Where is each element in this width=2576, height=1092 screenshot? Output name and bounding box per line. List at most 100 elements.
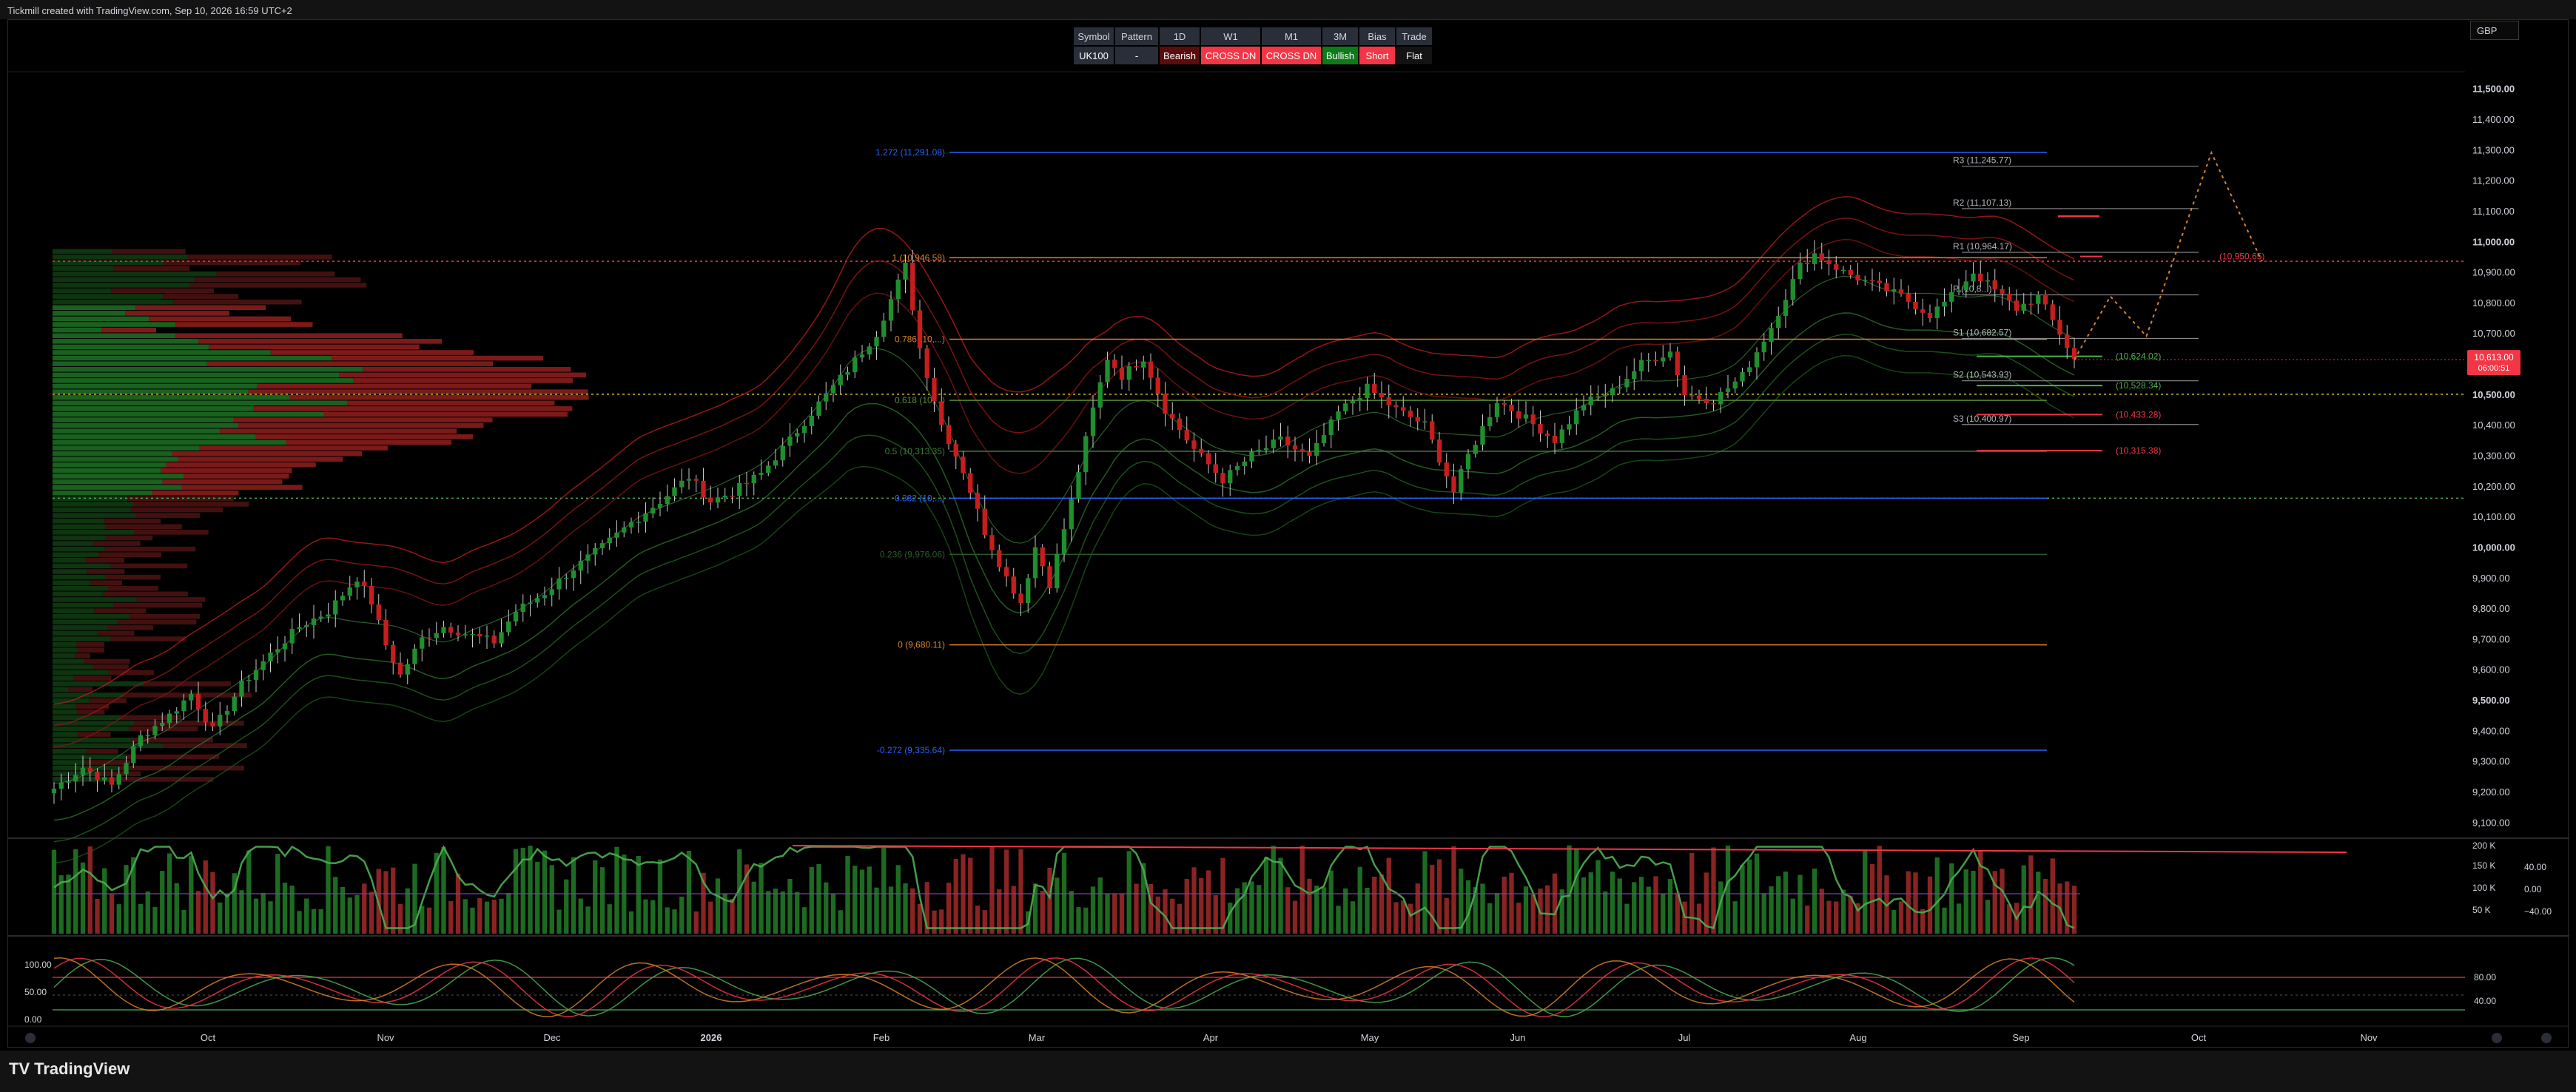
volume-bar [1848, 896, 1853, 934]
volume-bar [297, 911, 302, 934]
price-axis-label: 9,900.00 [2472, 573, 2510, 584]
target-level-label: (10,950.65) [2219, 252, 2264, 262]
volume-bar [253, 898, 259, 934]
candle-body [1292, 445, 1298, 450]
candle-body [1863, 280, 1868, 281]
time-axis-label: Jun [1510, 1032, 1526, 1043]
candle-body [1732, 381, 1738, 389]
volume-profile-bar [53, 507, 131, 513]
volume-bar [1934, 857, 1940, 934]
time-axis-label: Nov [2360, 1032, 2378, 1043]
candle-body [189, 693, 194, 701]
candle-body [354, 581, 360, 588]
candle-body [1040, 547, 1045, 567]
volume-bar [477, 897, 482, 934]
volume-bar [1336, 906, 1341, 934]
volume-bar [1610, 872, 1615, 934]
volume-bar [1603, 891, 1608, 934]
signal-table-value: CROSS DN [1266, 50, 1317, 61]
volume-bar [1501, 876, 1507, 934]
volume-bar [109, 894, 115, 934]
volume-profile-bar [53, 439, 286, 445]
time-axis-label: 2026 [701, 1032, 722, 1043]
candle-body [1992, 280, 1997, 289]
candle-body [1682, 375, 1687, 396]
chart-area[interactable]: 1.272 (11,291.08) 1 (10,946.58) 0.786 (10,… [7, 19, 2569, 1048]
volume-bar [506, 892, 511, 934]
signal-table-header: W1 [1223, 31, 1238, 42]
volume-bar [1097, 877, 1103, 934]
volume-bar [1595, 860, 1601, 934]
volume-profile-bar [53, 311, 126, 316]
candle-body [1725, 388, 1731, 392]
volume-profile-bar [53, 709, 78, 715]
candle-body [1934, 306, 1940, 318]
volume-bar [333, 877, 338, 934]
candle-body [268, 652, 273, 661]
signal-table-value: UK100 [1079, 50, 1109, 61]
volume-bar [218, 902, 223, 934]
volume-profile-bar [75, 704, 110, 709]
volume-profile-bar [255, 434, 474, 439]
volume-bar [1552, 873, 1558, 934]
volume-profile-bar [53, 485, 182, 490]
signal-table-header: Symbol [1077, 31, 1109, 42]
currency-button[interactable]: GBP [2470, 21, 2519, 40]
volume-profile-bar [53, 277, 195, 283]
price-countdown-label: 06:00:51 [2478, 364, 2510, 373]
top-bar: Tickmill created with TradingView.com, S… [0, 0, 2576, 19]
candle-body [224, 711, 230, 715]
volume-bar [1927, 876, 1933, 934]
volume-bar [1011, 886, 1016, 934]
fib-level-label: 0.382 (10,...) [895, 493, 945, 503]
signal-table-header: M1 [1285, 31, 1298, 42]
volume-bar [174, 883, 179, 934]
volume-bar [1003, 849, 1009, 934]
fib-level-label: -0.272 (9,335.64) [877, 745, 945, 755]
volume-bar [1220, 857, 1225, 934]
candle-body [571, 570, 576, 579]
candle-body [1148, 361, 1154, 378]
candle-body [484, 636, 490, 637]
signal-table-value: CROSS DN [1205, 50, 1257, 61]
volume-bar [1776, 876, 1781, 934]
volume-profile-bar [129, 613, 200, 619]
volume-profile-bar [53, 411, 324, 417]
candle-body [1819, 253, 1824, 260]
volume-profile-bar [270, 350, 474, 355]
candle-body [1047, 566, 1052, 589]
price-axis-label: 9,300.00 [2472, 756, 2510, 767]
volume-bar [362, 883, 367, 934]
volume-profile-bar [53, 687, 69, 692]
candle-body [961, 456, 966, 473]
candle-body [145, 735, 150, 737]
candle-body [1372, 383, 1377, 394]
candle-body [1805, 262, 1810, 264]
candle-body [1299, 449, 1305, 452]
price-axis-label: 10,100.00 [2472, 511, 2515, 522]
candle-body [1971, 273, 1976, 282]
volume-bar [1840, 889, 1846, 934]
candle-body [2057, 320, 2062, 335]
volume-profile-bar [101, 327, 157, 333]
chart-canvas[interactable]: 1.272 (11,291.08)1 (10,946.58)0.786 (10,… [8, 20, 2569, 1048]
volume-bar [1415, 883, 1420, 934]
candle-body [1516, 411, 1521, 419]
candle-body [2007, 294, 2012, 301]
candle-body [1617, 387, 1622, 388]
candle-body [1949, 291, 1954, 302]
volume-profile-bar [175, 333, 403, 339]
candle-body [1220, 473, 1225, 484]
volume-bar [1956, 903, 1962, 934]
candle-body [759, 473, 764, 475]
candle-body [1653, 360, 1658, 362]
candle-body [1530, 414, 1536, 424]
volume-bar [1581, 877, 1587, 934]
candle-body [686, 479, 692, 481]
candle-body [1840, 269, 1846, 272]
volume-profile-bar [53, 327, 102, 333]
volume-bar [1263, 857, 1269, 934]
candle-body [1321, 435, 1327, 443]
volume-bar [2050, 858, 2055, 934]
volume-profile-bar [98, 552, 162, 558]
